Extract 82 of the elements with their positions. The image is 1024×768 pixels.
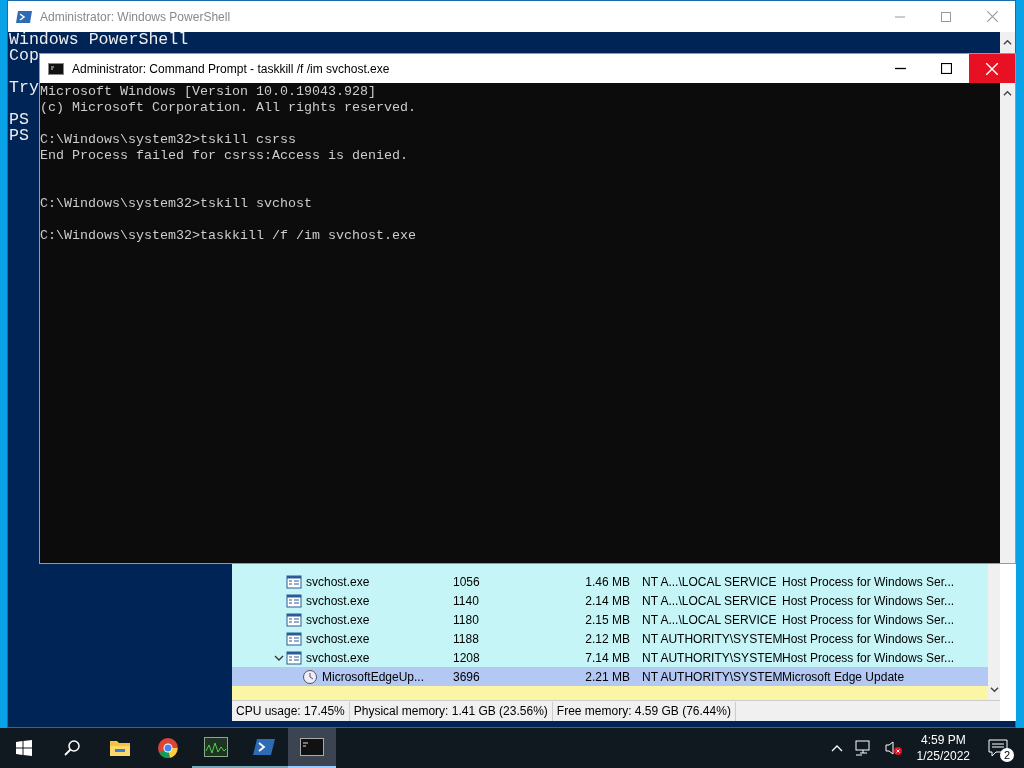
window-icon xyxy=(286,592,302,609)
chevron-up-icon[interactable] xyxy=(830,744,843,752)
status-text: CPU usage: 17.45% xyxy=(232,701,350,721)
process-name: MicrosoftEdgeUp... xyxy=(322,669,426,684)
process-id: 1208 xyxy=(453,650,481,665)
scroll-up-icon[interactable] xyxy=(1003,89,1012,98)
console-line: End Process failed for csrss:Access is denied. xyxy=(40,148,408,164)
close-icon xyxy=(986,11,998,22)
console-line: C:\Windows\system32>tskill svchost xyxy=(40,196,312,212)
scrollbar[interactable] xyxy=(1000,32,1015,54)
console-line: Try xyxy=(9,80,39,96)
console-line: PS xyxy=(9,112,29,128)
process-description: Host Process for Windows Ser... xyxy=(782,631,954,646)
clock-date: 1/25/2022 xyxy=(916,748,970,764)
console-line: Cop xyxy=(9,48,39,64)
process-id: 1180 xyxy=(453,612,480,627)
user-name: NT AUTHORITY\SYSTEM xyxy=(642,650,782,665)
process-row[interactable]: MicrosoftEdgeUp... 3696 2.21 MB NT AUTHORITY\SYSTEMMicrosoft Edge Update xyxy=(232,667,988,686)
memory-value: 2.21 MB xyxy=(584,669,630,684)
process-description: Host Process for Windows Ser... xyxy=(782,574,954,589)
process-name: svchost.exe xyxy=(306,631,371,646)
console-line: (c) Microsoft Corporation. All rights reserved. xyxy=(40,100,416,116)
clock[interactable]: 4:59 PM 1/25/2022 xyxy=(908,732,978,764)
process-description: Microsoft Edge Update xyxy=(782,669,906,684)
scroll-up-icon[interactable] xyxy=(1003,38,1012,47)
process-name: svchost.exe xyxy=(306,593,371,608)
process-description: Host Process for Windows Ser... xyxy=(782,612,954,627)
process-name: svchost.exe xyxy=(306,612,371,627)
memory-value: 7.14 MB xyxy=(584,650,630,665)
process-description: Host Process for Windows Ser... xyxy=(782,593,954,608)
browser-icon xyxy=(157,737,179,759)
scrollbar[interactable] xyxy=(988,564,1000,700)
notifications-button[interactable]: 2 xyxy=(978,728,1018,768)
status-text: Physical memory: 1.41 GB (23.56%) xyxy=(349,701,553,721)
powershell-icon xyxy=(16,8,32,25)
scrollbar[interactable] xyxy=(1000,83,1015,563)
user-name: NT AUTHORITY\SYSTEM xyxy=(642,669,782,684)
console-line: C:\Windows\system32>tskill csrss xyxy=(40,132,296,148)
taskbar-button[interactable] xyxy=(288,728,336,768)
user-name: NT A...\LOCAL SERVICE xyxy=(642,574,778,589)
memory-value: 2.15 MB xyxy=(584,612,630,627)
window-icon xyxy=(286,649,302,666)
window-title: Administrator: Windows PowerShell xyxy=(40,9,231,24)
console-icon xyxy=(48,60,64,77)
notification-count: 2 xyxy=(1000,748,1014,762)
console-line: PS xyxy=(9,128,29,144)
memory-value: 1.46 MB xyxy=(584,574,630,589)
update-icon xyxy=(302,668,318,685)
process-description: Host Process for Windows Ser... xyxy=(782,650,954,665)
scroll-down-icon[interactable] xyxy=(989,685,999,694)
console-line: Microsoft Windows [Version 10.0.19043.928] xyxy=(40,84,376,100)
process-id: 1056 xyxy=(453,574,481,589)
maximize-icon xyxy=(940,63,952,74)
message-icon xyxy=(988,739,1008,757)
window-title: Administrator: Command Prompt - taskkill /f /im svchost.exe xyxy=(72,61,390,76)
network-icon[interactable] xyxy=(854,740,873,756)
console-icon xyxy=(300,738,324,756)
process-id: 1140 xyxy=(453,593,480,608)
console-line: C:\Windows\system32>taskkill /f /im svchost.exe xyxy=(40,228,416,244)
memory-value: 2.12 MB xyxy=(584,631,630,646)
powershell-icon xyxy=(253,738,275,756)
status-text: Free memory: 4.59 GB (76.44%) xyxy=(552,701,736,721)
folder-icon xyxy=(109,739,131,757)
window-icon xyxy=(286,573,302,590)
user-name: NT AUTHORITY\SYSTEM xyxy=(642,631,782,646)
user-name: NT A...\LOCAL SERVICE xyxy=(642,593,778,608)
close-icon xyxy=(986,62,998,75)
clock-time: 4:59 PM xyxy=(920,732,966,748)
speaker-muted-icon[interactable] xyxy=(884,740,903,756)
window-icon xyxy=(286,630,302,647)
process-name: svchost.exe xyxy=(306,650,371,665)
search-icon xyxy=(63,739,81,757)
process-id: 1188 xyxy=(453,631,480,646)
window-icon xyxy=(286,611,302,628)
memory-value: 2.14 MB xyxy=(584,593,630,608)
console-line: Windows PowerShell xyxy=(9,32,189,48)
process-id: 3696 xyxy=(453,669,481,684)
user-name: NT A...\LOCAL SERVICE xyxy=(642,612,778,627)
windows-logo-icon xyxy=(16,740,32,756)
monitor-graph-icon xyxy=(204,737,228,757)
maximize-icon xyxy=(941,11,951,22)
process-name: svchost.exe xyxy=(306,574,371,589)
